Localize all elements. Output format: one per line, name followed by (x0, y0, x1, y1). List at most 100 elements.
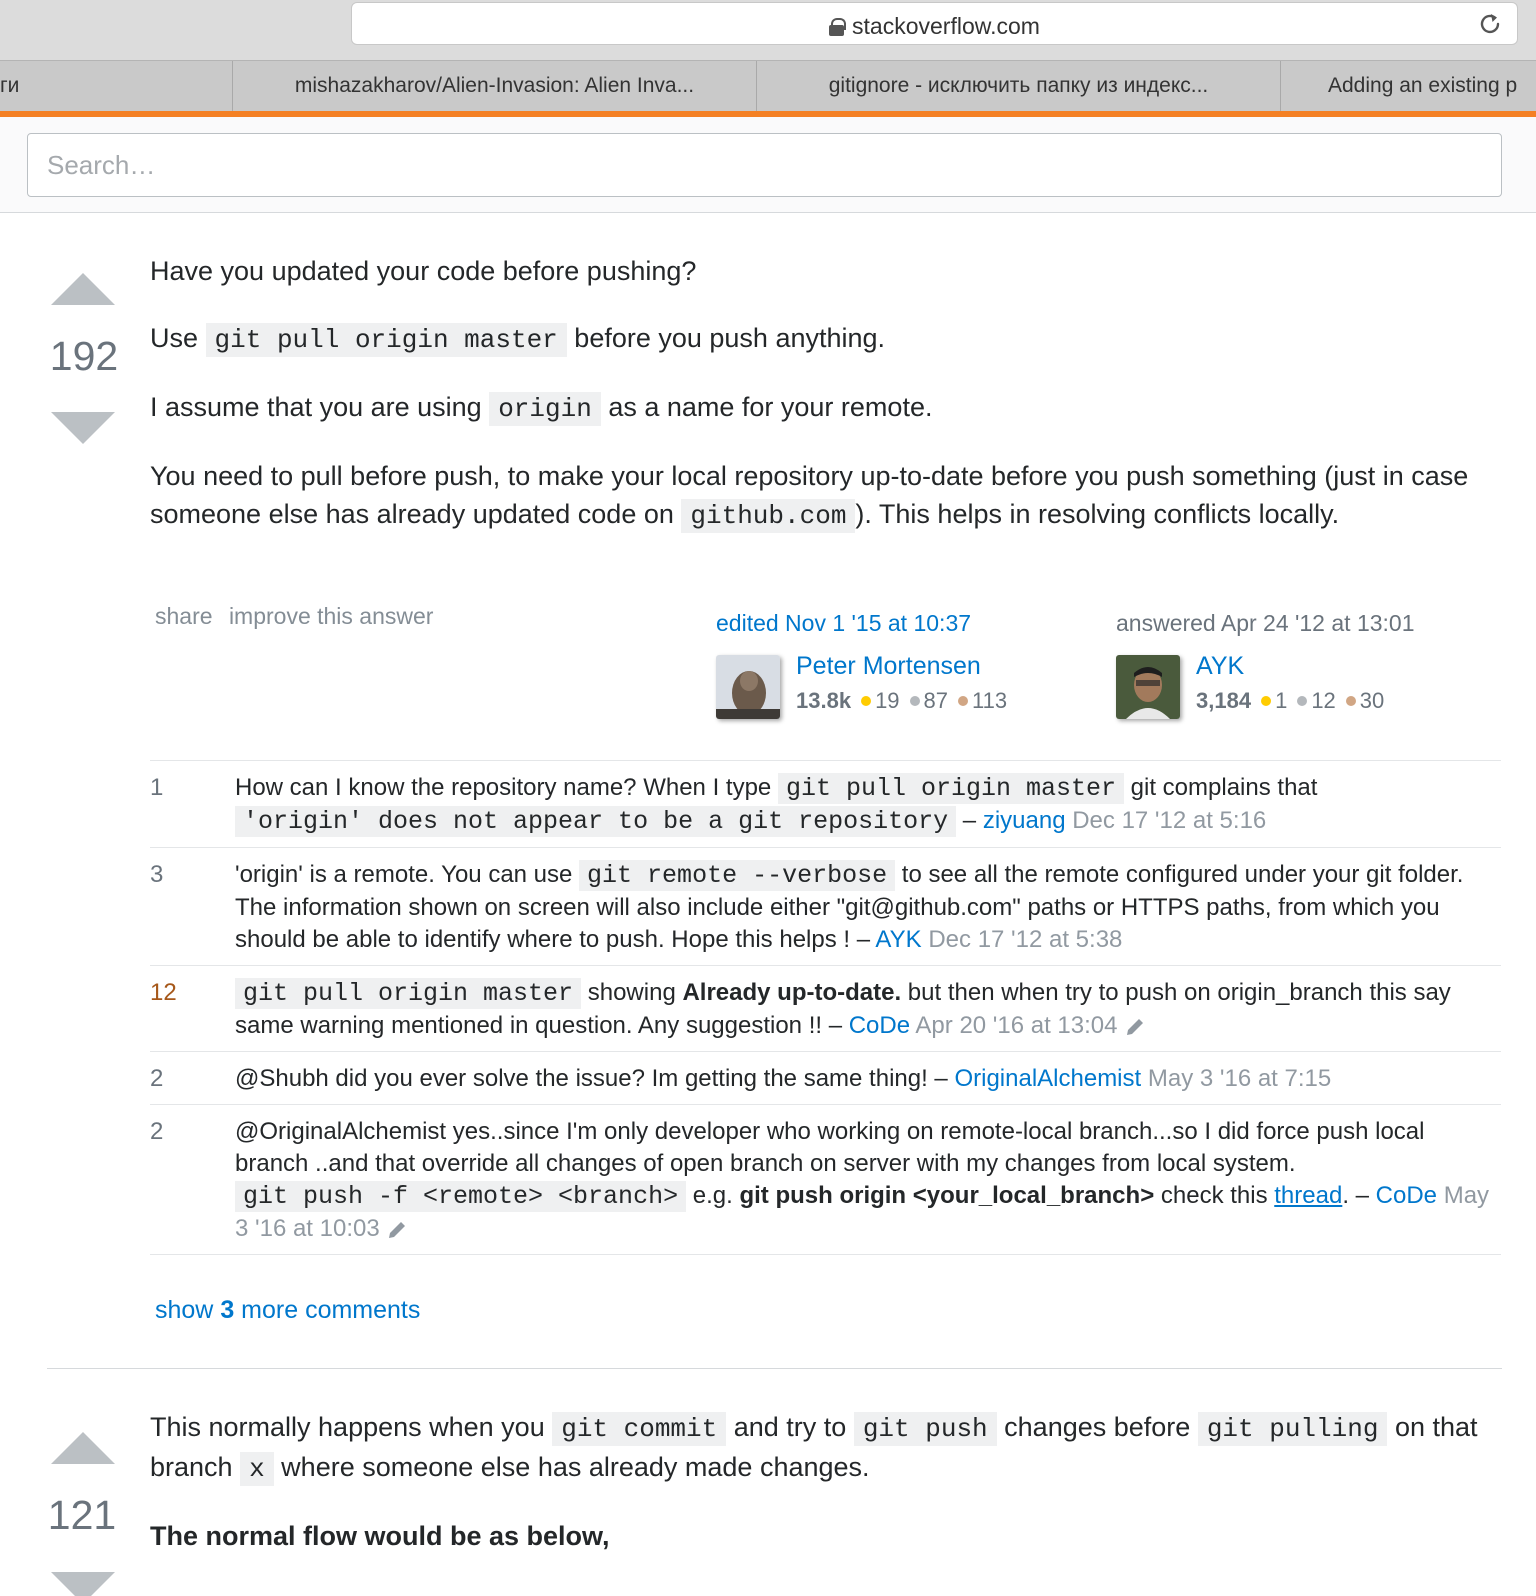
comment: 1 How can I know the repository name? Wh… (150, 761, 1501, 848)
downvote-arrow-icon[interactable] (51, 412, 115, 444)
comment-text: @OriginalAlchemist yes..since I'm only d… (235, 1118, 1425, 1177)
owner-signature: answered Apr 24 '12 at 13:01 AYK 3,184 1 1… (1116, 610, 1501, 730)
share-link[interactable]: share (155, 603, 213, 629)
comment-separator: – (850, 926, 876, 953)
comment-score: 3 (150, 861, 164, 888)
comment: 2 @OriginalAlchemist yes..since I'm only… (150, 1105, 1501, 1255)
owner-reputation: 3,184 1 12 30 (1196, 688, 1384, 714)
tab-gitignore[interactable]: gitignore - исключить папку из индекс... (757, 61, 1281, 112)
paragraph-text: and try to (726, 1412, 854, 1442)
inline-code: git push (853, 1412, 997, 1446)
comment-separator: – (927, 1065, 955, 1092)
comment-text: showing (581, 979, 683, 1006)
comment-user-link[interactable]: AYK (875, 926, 921, 953)
owner-avatar[interactable] (1116, 655, 1180, 719)
upvote-arrow-icon[interactable] (51, 273, 115, 305)
vote-count: 192 (49, 333, 119, 379)
comment: 12 git pull origin master showing Alread… (150, 966, 1501, 1052)
post-menu: share improve this answer (155, 603, 443, 630)
answer-paragraph: The normal flow would be as below, (150, 1517, 1500, 1555)
editor-reputation: 13.8k 19 87 113 (796, 688, 1007, 714)
comment-text: How can I know the repository name? When… (235, 774, 778, 801)
paragraph-text: I assume that you are using (150, 392, 490, 422)
comments-list: 1 How can I know the repository name? Wh… (150, 760, 1501, 1255)
paragraph-text: where someone else has already made chan… (273, 1452, 870, 1482)
search-input[interactable] (27, 133, 1502, 197)
downvote-arrow-icon[interactable] (51, 1572, 115, 1596)
bronze-badge-icon (958, 696, 969, 706)
edited-timestamp[interactable]: edited Nov 1 '15 at 10:37 (716, 610, 1076, 637)
comment: 2 @Shubh did you ever solve the issue? I… (150, 1052, 1501, 1105)
comment-text: . (1342, 1182, 1349, 1209)
answer-paragraph: Have you updated your code before pushin… (150, 252, 1500, 290)
comment-score: 1 (150, 774, 164, 801)
comment-text: e.g. (686, 1182, 740, 1209)
inline-code: git push -f <remote> <branch> (235, 1181, 687, 1212)
paragraph-text: This normally happens when you (150, 1412, 553, 1442)
editor-avatar[interactable] (716, 655, 780, 719)
owner-name[interactable]: AYK (1196, 652, 1244, 681)
comment-separator: – (822, 1012, 849, 1039)
thread-link[interactable]: thread (1274, 1182, 1342, 1209)
comment-text: check this (1154, 1182, 1275, 1209)
comment-user-link[interactable]: CoDe (1376, 1182, 1437, 1209)
gold-badge-count: 1 (1275, 688, 1288, 713)
inline-code: x (240, 1452, 274, 1486)
browser-toolbar: stackoverflow.com (0, 0, 1536, 60)
paragraph-text: Use (150, 323, 206, 353)
bronze-badge-count: 30 (1359, 688, 1385, 713)
answer-paragraph: You need to pull before push, to make yo… (150, 457, 1500, 535)
silver-badge-count: 87 (923, 688, 949, 713)
inline-code: github.com (681, 499, 856, 533)
upvote-arrow-icon[interactable] (51, 1432, 115, 1464)
comment-text: @Shubh did you ever solve the issue? Im … (235, 1065, 928, 1092)
paragraph-text: ). This helps in resolving conflicts loc… (855, 499, 1340, 529)
bronze-badge-count: 113 (972, 688, 1008, 713)
answer-paragraph: This normally happens when you git commi… (150, 1408, 1500, 1488)
answer-divider (47, 1368, 1502, 1369)
silver-badge-count: 12 (1311, 688, 1336, 713)
show-more-text: show (155, 1296, 221, 1324)
comment-date[interactable]: Dec 17 '12 at 5:16 (1072, 807, 1266, 834)
show-more-comments-link[interactable]: show 3 more comments (155, 1296, 420, 1325)
editor-name[interactable]: Peter Mortensen (796, 652, 981, 681)
tab-previous[interactable]: ги (0, 61, 233, 112)
address-bar[interactable]: stackoverflow.com (351, 2, 1518, 45)
inline-code: git pulling (1197, 1412, 1388, 1446)
comment-date[interactable]: May 3 '16 at 7:15 (1148, 1065, 1331, 1092)
reputation-score: 3,184 (1196, 688, 1252, 713)
comment: 3 'origin' is a remote. You can use git … (150, 848, 1501, 966)
comment-user-link[interactable]: OriginalAlchemist (954, 1065, 1141, 1092)
inline-code: origin (489, 392, 601, 426)
comment-user-link[interactable]: ziyuang (983, 807, 1066, 834)
search-bar-area (0, 117, 1536, 213)
paragraph-bold-text: The normal flow would be as below, (150, 1521, 610, 1551)
answer-paragraph: I assume that you are using origin as a … (150, 388, 1500, 428)
pencil-icon (388, 1221, 405, 1238)
inline-code: git commit (552, 1412, 727, 1446)
url-text: stackoverflow.com (852, 13, 1040, 39)
reload-icon[interactable] (1477, 11, 1503, 37)
inline-code: git pull origin master (777, 773, 1124, 804)
comment-text: 'origin' is a remote. You can use (235, 861, 580, 888)
comment-user-link[interactable]: CoDe (849, 1012, 910, 1039)
answer-body: This normally happens when you git commi… (150, 1408, 1500, 1584)
improve-answer-link[interactable]: improve this answer (229, 603, 434, 629)
silver-badge-icon (909, 696, 920, 706)
pencil-icon (1126, 1018, 1143, 1035)
tab-adding-existing[interactable]: Adding an existing p (1281, 61, 1536, 112)
comment-separator: – (956, 807, 983, 834)
comment-text: git complains that (1124, 774, 1318, 801)
tab-alien-invasion[interactable]: mishazakharov/Alien-Invasion: Alien Inva… (233, 61, 757, 112)
editor-signature: edited Nov 1 '15 at 10:37 Peter Mortense… (716, 610, 1076, 730)
inline-code: git pull origin master (235, 978, 582, 1009)
comment-date[interactable]: Dec 17 '12 at 5:38 (928, 926, 1122, 953)
paragraph-text: Have you updated your code before pushin… (150, 256, 697, 286)
tab-bar: ги mishazakharov/Alien-Invasion: Alien I… (0, 60, 1536, 112)
comment-date[interactable]: Apr 20 '16 at 13:04 (915, 1012, 1117, 1039)
answered-timestamp: answered Apr 24 '12 at 13:01 (1116, 610, 1415, 636)
gold-badge-icon (861, 696, 872, 706)
paragraph-text: changes before (996, 1412, 1198, 1442)
gold-badge-icon (1261, 696, 1272, 706)
lock-icon (829, 18, 847, 36)
